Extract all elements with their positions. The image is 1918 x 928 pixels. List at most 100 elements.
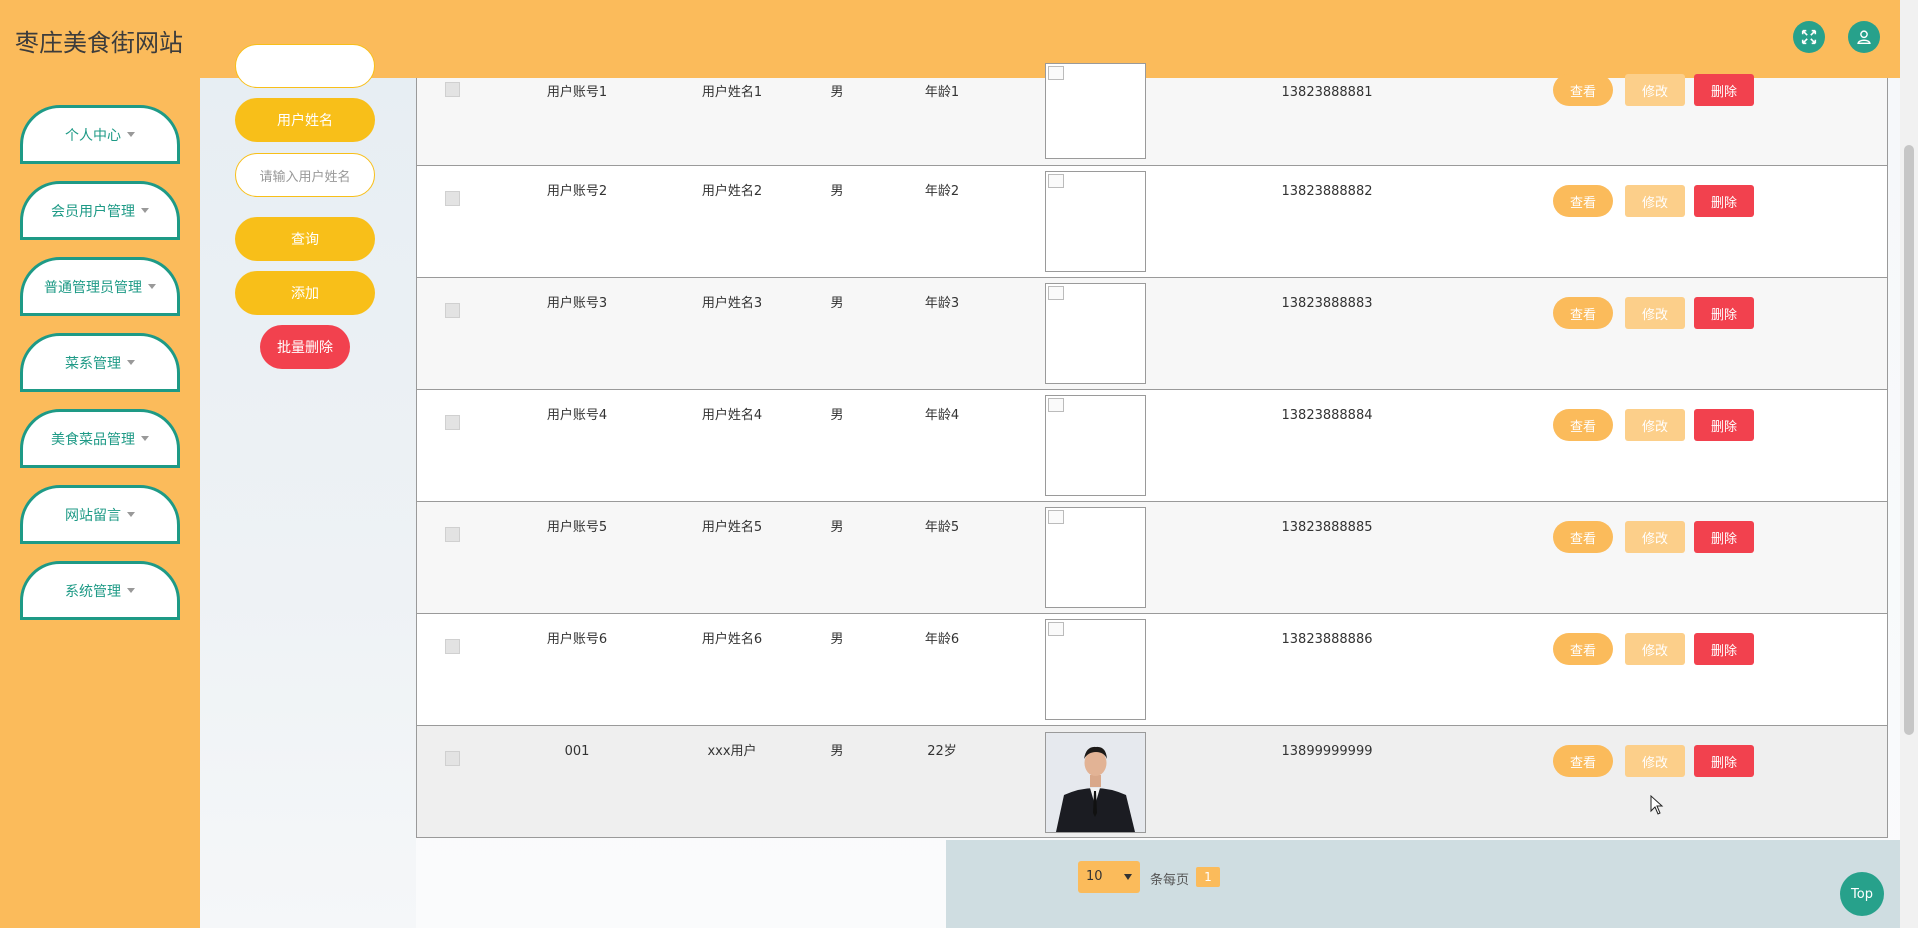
search-panel: 用户姓名 请输入用户姓名 查询 添加 批量删除 — [200, 44, 416, 928]
broken-image-icon — [1048, 510, 1064, 524]
cell-account: 用户账号2 — [546, 184, 608, 199]
cell-age: 22岁 — [927, 744, 957, 759]
view-button[interactable]: 查看 — [1553, 409, 1613, 441]
edit-button[interactable]: 修改 — [1625, 297, 1685, 329]
delete-button[interactable]: 删除 — [1694, 297, 1754, 329]
sidebar-item-admins[interactable]: 普通管理员管理 — [20, 257, 180, 316]
back-to-top-button[interactable]: Top — [1840, 872, 1884, 916]
scrollbar-thumb[interactable] — [1904, 145, 1914, 735]
avatar-photo-icon — [1046, 733, 1145, 832]
table-row: 001 xxx用户 男 22岁 13899999999 查看 修改 删除 — [416, 726, 1888, 838]
cell-name: 用户姓名6 — [701, 632, 763, 647]
fullscreen-icon — [1801, 29, 1817, 45]
sidebar-item-dishes[interactable]: 美食菜品管理 — [20, 409, 180, 468]
cell-phone: 13823888883 — [1281, 296, 1373, 311]
cell-gender: 男 — [830, 408, 844, 423]
user-button[interactable] — [1848, 21, 1880, 53]
delete-button[interactable]: 删除 — [1694, 745, 1754, 777]
batch-delete-button[interactable]: 批量删除 — [260, 325, 350, 369]
cell-name: 用户姓名3 — [701, 296, 763, 311]
edit-button[interactable]: 修改 — [1625, 633, 1685, 665]
cell-phone: 13899999999 — [1281, 744, 1373, 759]
user-photo — [1045, 395, 1146, 496]
sidebar-item-member-users[interactable]: 会员用户管理 — [20, 181, 180, 240]
broken-image-icon — [1048, 174, 1064, 188]
view-button[interactable]: 查看 — [1553, 185, 1613, 217]
row-checkbox[interactable] — [445, 82, 460, 97]
table-row: 用户账号4 用户姓名4 男 年龄4 13823888884 查看 修改 删除 — [416, 390, 1888, 502]
table-row: 用户账号5 用户姓名5 男 年龄5 13823888885 查看 修改 删除 — [416, 502, 1888, 614]
cell-age: 年龄3 — [924, 296, 960, 311]
cell-account: 用户账号1 — [546, 85, 608, 100]
delete-button[interactable]: 删除 — [1694, 521, 1754, 553]
page-size-value: 10 — [1086, 869, 1103, 884]
page-size-select[interactable]: 10 — [1078, 861, 1140, 893]
delete-button[interactable]: 删除 — [1694, 633, 1754, 665]
view-button[interactable]: 查看 — [1553, 521, 1613, 553]
cell-gender: 男 — [830, 744, 844, 759]
cell-age: 年龄4 — [924, 408, 960, 423]
cell-age: 年龄6 — [924, 632, 960, 647]
row-checkbox[interactable] — [445, 303, 460, 318]
cell-gender: 男 — [830, 296, 844, 311]
view-button[interactable]: 查看 — [1553, 74, 1613, 106]
user-photo — [1045, 732, 1146, 833]
cell-account: 用户账号3 — [546, 296, 608, 311]
sidebar-item-label: 个人中心 — [65, 127, 121, 144]
view-button[interactable]: 查看 — [1553, 297, 1613, 329]
caret-down-icon — [141, 208, 149, 213]
fullscreen-button[interactable] — [1793, 21, 1825, 53]
edit-button[interactable]: 修改 — [1625, 74, 1685, 106]
cell-phone: 13823888885 — [1281, 520, 1373, 535]
cell-gender: 男 — [830, 85, 844, 100]
chevron-down-icon — [1124, 874, 1132, 880]
sidebar-item-label: 网站留言 — [65, 507, 121, 524]
broken-image-icon — [1048, 66, 1064, 80]
cell-phone: 13823888886 — [1281, 632, 1373, 647]
cell-phone: 13823888881 — [1281, 85, 1373, 100]
cell-gender: 男 — [830, 632, 844, 647]
user-photo — [1045, 171, 1146, 272]
delete-button[interactable]: 删除 — [1694, 185, 1754, 217]
sidebar-item-personal-center[interactable]: 个人中心 — [20, 105, 180, 164]
edit-button[interactable]: 修改 — [1625, 521, 1685, 553]
edit-button[interactable]: 修改 — [1625, 745, 1685, 777]
cell-phone: 13823888884 — [1281, 408, 1373, 423]
broken-image-icon — [1048, 398, 1064, 412]
cell-account: 用户账号4 — [546, 408, 608, 423]
user-icon — [1857, 30, 1871, 45]
edit-button[interactable]: 修改 — [1625, 185, 1685, 217]
delete-button[interactable]: 删除 — [1694, 409, 1754, 441]
cropped-input[interactable] — [235, 44, 375, 88]
cell-name: xxx用户 — [707, 744, 757, 759]
table-row: 用户账号2 用户姓名2 男 年龄2 13823888882 查看 修改 删除 — [416, 166, 1888, 278]
add-button[interactable]: 添加 — [235, 271, 375, 315]
cell-account: 用户账号5 — [546, 520, 608, 535]
sidebar-item-label: 普通管理员管理 — [44, 279, 142, 296]
table-row: 用户账号3 用户姓名3 男 年龄3 13823888883 查看 修改 删除 — [416, 278, 1888, 390]
mouse-cursor-icon — [1650, 795, 1664, 815]
row-checkbox[interactable] — [445, 751, 460, 766]
sidebar-item-messages[interactable]: 网站留言 — [20, 485, 180, 544]
view-button[interactable]: 查看 — [1553, 745, 1613, 777]
cell-name: 用户姓名1 — [701, 85, 763, 100]
sidebar-item-system[interactable]: 系统管理 — [20, 561, 180, 620]
delete-button[interactable]: 删除 — [1694, 74, 1754, 106]
view-button[interactable]: 查看 — [1553, 633, 1613, 665]
page-number-current[interactable]: 1 — [1196, 867, 1220, 887]
row-checkbox[interactable] — [445, 639, 460, 654]
caret-down-icon — [127, 512, 135, 517]
row-checkbox[interactable] — [445, 191, 460, 206]
cell-gender: 男 — [830, 184, 844, 199]
query-button[interactable]: 查询 — [235, 217, 375, 261]
row-checkbox[interactable] — [445, 415, 460, 430]
scrollbar[interactable] — [1900, 0, 1918, 928]
edit-button[interactable]: 修改 — [1625, 409, 1685, 441]
user-photo — [1045, 619, 1146, 720]
caret-down-icon — [127, 360, 135, 365]
row-checkbox[interactable] — [445, 527, 460, 542]
sidebar-item-cuisines[interactable]: 菜系管理 — [20, 333, 180, 392]
name-search-input[interactable]: 请输入用户姓名 — [235, 153, 375, 197]
cell-name: 用户姓名5 — [701, 520, 763, 535]
cell-account: 用户账号6 — [546, 632, 608, 647]
